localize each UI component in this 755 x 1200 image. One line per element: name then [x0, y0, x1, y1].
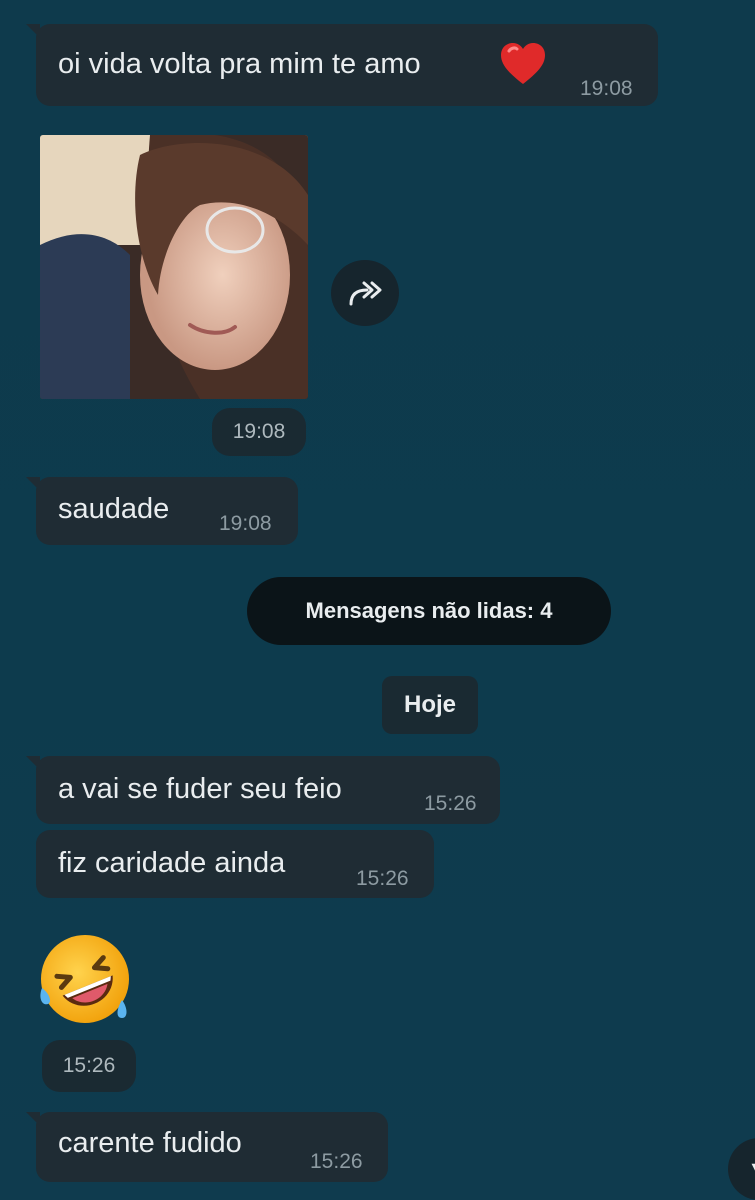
message-bubble[interactable]: saudade 19:08: [26, 477, 298, 545]
emoji-time-pill: 15:26: [42, 1040, 136, 1092]
message-time: 15:26: [62, 1054, 116, 1077]
chat-area: oi vida volta pra mim te amo 19:08 19:08…: [0, 0, 755, 1200]
unread-messages-banner: Mensagens não lidas: 4: [247, 577, 611, 645]
message-time: 15:26: [424, 792, 477, 815]
scroll-down-button[interactable]: ▾: [728, 1138, 755, 1200]
message-text: a vai se fuder seu feio: [58, 773, 342, 805]
photo-message[interactable]: [40, 135, 308, 399]
forward-icon: [345, 278, 385, 308]
message-text: saudade: [58, 493, 170, 525]
date-chip-label: Hoje: [403, 691, 456, 718]
message-bubble[interactable]: oi vida volta pra mim te amo 19:08: [26, 24, 658, 106]
message-time: 15:26: [310, 1150, 363, 1173]
date-chip: Hoje: [382, 676, 478, 734]
message-time: 19:08: [232, 420, 286, 443]
message-time: 15:26: [356, 867, 409, 890]
message-text: oi vida volta pra mim te amo: [58, 48, 421, 80]
message-bubble[interactable]: fiz caridade ainda 15:26: [36, 830, 434, 898]
unread-messages-text: Mensagens não lidas: 4: [305, 598, 553, 623]
message-time: 19:08: [219, 512, 272, 535]
image-time-pill: 19:08: [212, 408, 306, 456]
chevron-down-icon: ▾: [751, 1152, 755, 1187]
rolling-on-floor-laughing-icon[interactable]: [36, 930, 134, 1028]
message-text: carente fudido: [58, 1127, 242, 1159]
message-time: 19:08: [580, 77, 633, 100]
heart-icon: [499, 42, 547, 86]
message-text: fiz caridade ainda: [58, 847, 286, 879]
message-bubble[interactable]: carente fudido 15:26: [26, 1112, 388, 1182]
message-bubble[interactable]: a vai se fuder seu feio 15:26: [26, 756, 500, 824]
forward-button[interactable]: [331, 260, 399, 326]
